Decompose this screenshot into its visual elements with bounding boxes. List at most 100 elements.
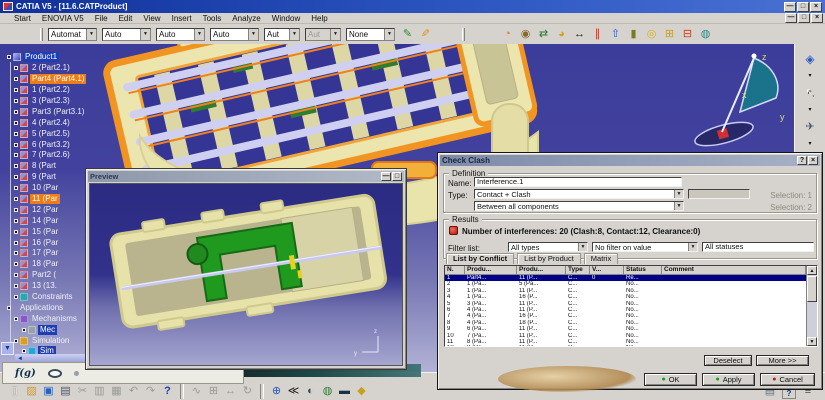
tree-node-connector[interactable] bbox=[14, 284, 18, 288]
scroll-down-icon[interactable]: ▼ bbox=[807, 337, 817, 346]
tree-node-connector[interactable] bbox=[14, 88, 18, 92]
tree-item-label[interactable]: 16 (Par bbox=[30, 238, 60, 248]
tree-node-connector[interactable] bbox=[14, 339, 18, 343]
toolbar-dropdown[interactable]: Aut ▼ bbox=[305, 28, 341, 41]
chevron-down-icon[interactable]: ▼ bbox=[330, 29, 340, 40]
tree-node-connector[interactable] bbox=[7, 306, 11, 310]
toolbar-dropdown[interactable]: None ▼ bbox=[346, 28, 395, 41]
toolbar-drag-handle[interactable] bbox=[462, 28, 465, 41]
scroll-up-icon[interactable]: ▲ bbox=[807, 266, 817, 275]
tree-item-label[interactable]: 2 (Part2.1) bbox=[30, 63, 72, 73]
close-button[interactable]: × bbox=[810, 2, 822, 12]
chevron-down-icon[interactable]: ▼ bbox=[289, 29, 299, 40]
group-arrow-icon[interactable]: ▾ bbox=[802, 107, 818, 113]
tree-item-label[interactable]: Part3 (Part3.1) bbox=[30, 107, 86, 117]
redo-icon[interactable]: ↷ bbox=[142, 383, 159, 399]
rewind-icon[interactable]: ≪ bbox=[285, 383, 302, 399]
normal-view-icon[interactable]: ◐ bbox=[302, 383, 319, 399]
doc-restore-button[interactable]: □ bbox=[798, 13, 810, 23]
ok-button[interactable]: ● OK bbox=[644, 373, 697, 386]
tree-item-label[interactable]: Simulation bbox=[30, 336, 71, 346]
tree-item-label[interactable]: 5 (Part2.5) bbox=[30, 129, 72, 139]
doc-minimize-button[interactable]: — bbox=[785, 13, 797, 23]
print-icon[interactable]: ▤ bbox=[57, 383, 74, 399]
measure-thickness-icon[interactable]: ↔ bbox=[572, 27, 587, 42]
preview-viewport[interactable]: z y bbox=[89, 183, 403, 366]
table-scrollbar[interactable]: ▲ ▼ bbox=[806, 266, 817, 346]
apply-button[interactable]: ● Apply bbox=[702, 373, 755, 386]
tree-item-label[interactable]: Mec bbox=[38, 325, 57, 335]
chevron-down-icon[interactable]: ▼ bbox=[140, 29, 150, 40]
dialog-close-button[interactable]: × bbox=[808, 156, 818, 165]
group-arrow-icon[interactable]: ▾ bbox=[802, 141, 818, 147]
copy-icon[interactable]: ▥ bbox=[91, 383, 108, 399]
tree-item-label[interactable]: 4 (Part2.4) bbox=[30, 118, 72, 128]
tree-item-label[interactable]: 18 (Par bbox=[30, 259, 60, 269]
tree-item-label[interactable]: 11 (Par bbox=[30, 194, 60, 204]
menu-item[interactable]: Analyze bbox=[232, 14, 260, 23]
tree-item[interactable]: 2 (Part2.1) bbox=[2, 63, 252, 74]
tree-item[interactable]: 6 (Part3.2) bbox=[2, 139, 252, 150]
tree-item-label[interactable]: 17 (Par bbox=[30, 248, 60, 258]
tree-item-label[interactable]: Constraints bbox=[30, 292, 74, 302]
col-header[interactable]: Status bbox=[624, 266, 662, 275]
screen-icon[interactable]: ▬ bbox=[336, 383, 353, 399]
tree-item[interactable]: Part4 (Part4.1) bbox=[2, 74, 252, 85]
tree-node-connector[interactable] bbox=[14, 251, 18, 255]
chevron-down-icon[interactable]: ▼ bbox=[194, 29, 204, 40]
tree-item-label[interactable]: Mechanisms bbox=[30, 314, 79, 324]
tree-node-connector[interactable] bbox=[22, 349, 26, 353]
restore-button[interactable]: □ bbox=[797, 2, 809, 12]
col-header[interactable]: N. bbox=[445, 266, 465, 275]
group-arrow-icon[interactable]: ▾ bbox=[802, 73, 818, 79]
measure-between-icon[interactable]: ⇄ bbox=[536, 27, 551, 42]
menu-item[interactable]: View bbox=[143, 14, 160, 23]
snapshot-icon[interactable]: ◉ bbox=[518, 27, 533, 42]
scroll-left-icon[interactable]: ◄ bbox=[15, 356, 23, 362]
rotate-icon[interactable]: ↻ bbox=[239, 383, 256, 399]
save-icon[interactable]: ▣ bbox=[40, 383, 57, 399]
menu-item[interactable]: Window bbox=[272, 14, 300, 23]
tree-node-connector[interactable] bbox=[14, 295, 18, 299]
3d-compass[interactable]: z x y bbox=[688, 46, 800, 158]
toolbar-dropdown[interactable]: Automat ▼ bbox=[48, 28, 97, 41]
toolbar-dropdown[interactable]: Auto ▼ bbox=[102, 28, 151, 41]
dialog-help-button[interactable]: ? bbox=[797, 156, 807, 165]
cut-icon[interactable]: ✂ bbox=[74, 383, 91, 399]
doc-close-button[interactable]: × bbox=[811, 13, 823, 23]
whats-this-icon[interactable]: ? bbox=[159, 383, 176, 399]
tree-node-connector[interactable] bbox=[7, 55, 11, 59]
window-icon[interactable]: ⊞ bbox=[662, 27, 677, 42]
tree-item[interactable]: 1 (Part2.2) bbox=[2, 85, 252, 96]
compass-icon[interactable]: ⇧ bbox=[608, 27, 623, 42]
tree-node-connector[interactable] bbox=[14, 99, 18, 103]
tree-node-connector[interactable] bbox=[14, 121, 18, 125]
knowledge-dot-icon[interactable] bbox=[74, 371, 79, 376]
paste-icon[interactable]: ▦ bbox=[108, 383, 125, 399]
tree-item-label[interactable]: 3 (Part2.3) bbox=[30, 96, 72, 106]
dialog-title-bar[interactable]: Check Clash ? × bbox=[440, 155, 820, 166]
deselect-button[interactable]: Deselect bbox=[704, 355, 752, 366]
tree-node-connector[interactable] bbox=[14, 273, 18, 277]
tree-node-connector[interactable] bbox=[14, 230, 18, 234]
tree-item-label[interactable]: 10 (Par bbox=[30, 183, 60, 193]
render-style-icon[interactable]: ◍ bbox=[319, 383, 336, 399]
chevron-down-icon[interactable]: ▼ bbox=[384, 29, 394, 40]
type-dropdown[interactable]: Contact + Clash ▼ bbox=[474, 189, 684, 199]
toolbar-dropdown[interactable]: Aut ▼ bbox=[264, 28, 300, 41]
interference-icon[interactable]: ◔ bbox=[500, 27, 515, 42]
undo-icon[interactable]: ↶ bbox=[125, 383, 142, 399]
col-header[interactable]: Produ... bbox=[517, 266, 566, 275]
tree-node-connector[interactable] bbox=[14, 153, 18, 157]
tree-item[interactable]: Product1 bbox=[2, 52, 252, 63]
tree-node-connector[interactable] bbox=[14, 143, 18, 147]
preview-minimize-button[interactable]: — bbox=[381, 172, 391, 181]
tree-item-label[interactable]: 7 (Part2.6) bbox=[30, 150, 72, 160]
apply-material-icon[interactable]: ✎ bbox=[418, 27, 433, 42]
scope-dropdown[interactable]: Between all components ▼ bbox=[474, 201, 684, 211]
hide-show-icon[interactable]: ◎ bbox=[644, 27, 659, 42]
tree-item[interactable]: 3 (Part2.3) bbox=[2, 96, 252, 107]
fly-through-icon[interactable]: ∿ bbox=[188, 383, 205, 399]
toolbar-dropdown[interactable]: Auto ▼ bbox=[210, 28, 259, 41]
chevron-down-icon[interactable]: ▼ bbox=[578, 243, 587, 251]
